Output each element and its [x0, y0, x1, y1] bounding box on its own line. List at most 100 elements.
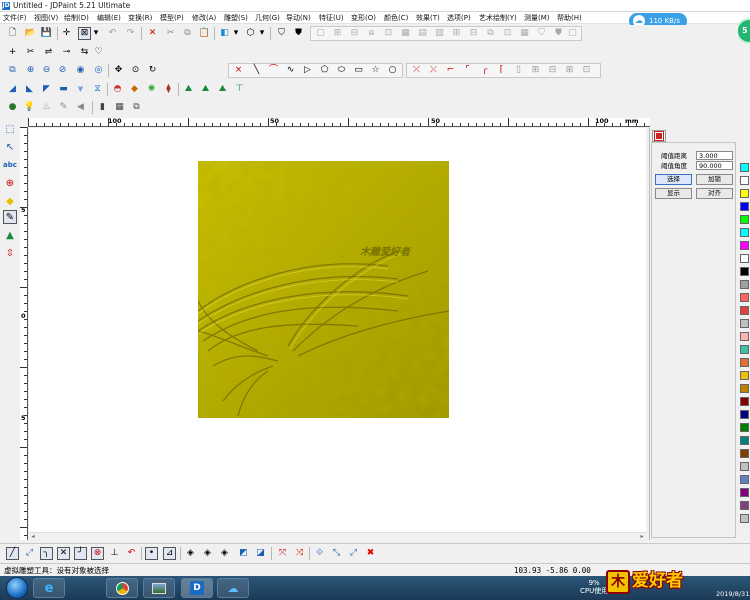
show-button[interactable]: 显示	[655, 188, 692, 199]
scissors-icon[interactable]: ✂	[24, 46, 37, 59]
chrome-icon[interactable]	[106, 578, 138, 598]
offset-icon[interactable]: ⌈	[495, 64, 508, 77]
menu-measure[interactable]: 测量(M)	[524, 13, 550, 23]
edge-snap-icon[interactable]: ◈	[201, 547, 214, 560]
color-swatch[interactable]	[740, 462, 749, 471]
speaker-icon[interactable]: ◀	[74, 101, 87, 114]
rotate-icon[interactable]: ⊸	[60, 46, 73, 59]
shield-icon[interactable]: ⛉	[275, 27, 288, 40]
trim-icon[interactable]: ⤫	[410, 64, 423, 77]
fillet-icon[interactable]: ╭	[478, 64, 491, 77]
menu-feature[interactable]: 特征(U)	[319, 13, 344, 23]
triangle-icon[interactable]: ▷	[301, 64, 314, 77]
zoom-out-icon[interactable]: ⊖	[40, 64, 53, 77]
dot-icon[interactable]: •	[145, 547, 158, 560]
color-swatch[interactable]	[740, 449, 749, 458]
grid-icon[interactable]: ▥	[433, 27, 446, 40]
spline-icon[interactable]: ∿	[284, 64, 297, 77]
text-abc-icon[interactable]: abc	[3, 158, 17, 172]
line-icon[interactable]: ╲	[250, 64, 263, 77]
zoom-window-icon[interactable]: ⧉	[6, 64, 19, 77]
funnel-icon[interactable]: ▲	[3, 228, 17, 242]
ie-icon[interactable]: e	[33, 578, 65, 598]
line-tool-icon[interactable]: ╱	[6, 547, 19, 560]
color-swatch[interactable]	[740, 332, 749, 341]
open-folder-icon[interactable]: 📂	[24, 27, 37, 40]
arc-tool-icon[interactable]: ⤢	[23, 547, 36, 560]
color-swatch[interactable]	[740, 280, 749, 289]
menu-edit[interactable]: 编辑(E)	[97, 13, 121, 23]
menu-color[interactable]: 颜色(C)	[384, 13, 408, 23]
light-icon[interactable]: 💡	[23, 101, 36, 114]
color-wheel-icon[interactable]: ✺	[145, 83, 158, 96]
bulb-icon[interactable]: ●	[6, 101, 19, 114]
dropdown-arrow-icon[interactable]: ▾	[92, 27, 100, 40]
color-swatch[interactable]	[740, 189, 749, 198]
menu-art-draw[interactable]: 艺术绘制(Y)	[479, 13, 517, 23]
menu-view[interactable]: 视图(V)	[34, 13, 58, 23]
speed-ball[interactable]: 5	[736, 18, 750, 44]
menu-options[interactable]: 选项(P)	[447, 13, 471, 23]
menu-draw[interactable]: 绘制(D)	[64, 13, 89, 23]
scale-icon[interactable]: ⊟	[546, 64, 559, 77]
color-swatch[interactable]	[740, 501, 749, 510]
color-swatch[interactable]	[740, 267, 749, 276]
circle-target-icon[interactable]: ⊗	[91, 547, 104, 560]
menu-sweep[interactable]: 导动(N)	[286, 13, 311, 23]
scroll-right-icon[interactable]: ▸	[638, 533, 646, 541]
zoom-in-icon[interactable]: ⊕	[24, 64, 37, 77]
pattern-icon[interactable]: ⧫	[162, 83, 175, 96]
lock-button[interactable]: 加锁	[696, 174, 733, 185]
move-hand-icon[interactable]: ✥	[112, 64, 125, 77]
jdpaint-icon[interactable]: D	[181, 578, 213, 598]
curve-icon[interactable]: ♡	[92, 46, 105, 59]
funnel-icon[interactable]: ⩔	[74, 83, 87, 96]
menu-effect[interactable]: 效果(T)	[416, 13, 440, 23]
color-swatch[interactable]	[740, 228, 749, 237]
grid-icon[interactable]: ⊞	[450, 27, 463, 40]
node-tool-icon[interactable]: ↖	[3, 140, 17, 154]
smooth-icon[interactable]: ◣	[23, 83, 36, 96]
dropdown-arrow-icon[interactable]: ▾	[232, 27, 240, 40]
relief-panel-tab[interactable]	[652, 130, 666, 142]
corner-icon[interactable]: ⌐	[444, 64, 457, 77]
view-3d-icon[interactable]: ⬡	[244, 27, 257, 40]
node-icon[interactable]: ⟐	[313, 547, 326, 560]
surface-icon[interactable]: ◩	[237, 547, 250, 560]
layer-cube-icon[interactable]: ◧	[218, 27, 231, 40]
point-icon[interactable]: ×	[232, 64, 245, 77]
star-icon[interactable]: ☆	[369, 64, 382, 77]
start-button[interactable]	[6, 577, 28, 599]
node-edit-icon[interactable]: ⇌	[42, 46, 55, 59]
grid-icon[interactable]: ⊡	[580, 64, 593, 77]
close-x-icon[interactable]: ⤧	[276, 547, 289, 560]
diamond-icon[interactable]: ◆	[128, 83, 141, 96]
menu-help[interactable]: 帮助(H)	[557, 13, 582, 23]
color-swatch[interactable]	[740, 293, 749, 302]
pan-plus-icon[interactable]: +	[6, 46, 19, 59]
rectangle-icon[interactable]: ▭	[352, 64, 365, 77]
save-icon[interactable]: 💾	[40, 27, 53, 40]
shield-fill-icon[interactable]: ⛊	[552, 27, 565, 40]
grid-icon[interactable]: ⊡	[501, 27, 514, 40]
select-box-icon[interactable]: ⊠	[78, 27, 91, 40]
color-swatch[interactable]	[740, 488, 749, 497]
color-swatch[interactable]	[740, 254, 749, 263]
ellipse-icon[interactable]: ⬭	[335, 64, 348, 77]
face-snap-icon[interactable]: ◈	[218, 547, 231, 560]
color-swatch[interactable]	[740, 436, 749, 445]
menu-file[interactable]: 文件(F)	[3, 13, 27, 23]
grid-icon[interactable]: ⊡	[382, 27, 395, 40]
fillet-tool-icon[interactable]: ╯	[74, 547, 87, 560]
lamp-icon[interactable]: ♨	[40, 101, 53, 114]
align-icon[interactable]: ⇆	[78, 46, 91, 59]
copy-icon[interactable]: ⧉	[181, 27, 194, 40]
color-swatch[interactable]	[740, 371, 749, 380]
color-swatch[interactable]	[740, 384, 749, 393]
menu-geometry[interactable]: 几何(G)	[255, 13, 280, 23]
arc-icon[interactable]: ⌒	[267, 64, 280, 77]
color-swatch[interactable]	[740, 241, 749, 250]
perp-icon[interactable]: ⊥	[108, 547, 121, 560]
stop-x-icon[interactable]: ✖	[364, 547, 377, 560]
emboss-icon[interactable]: ◤	[40, 83, 53, 96]
